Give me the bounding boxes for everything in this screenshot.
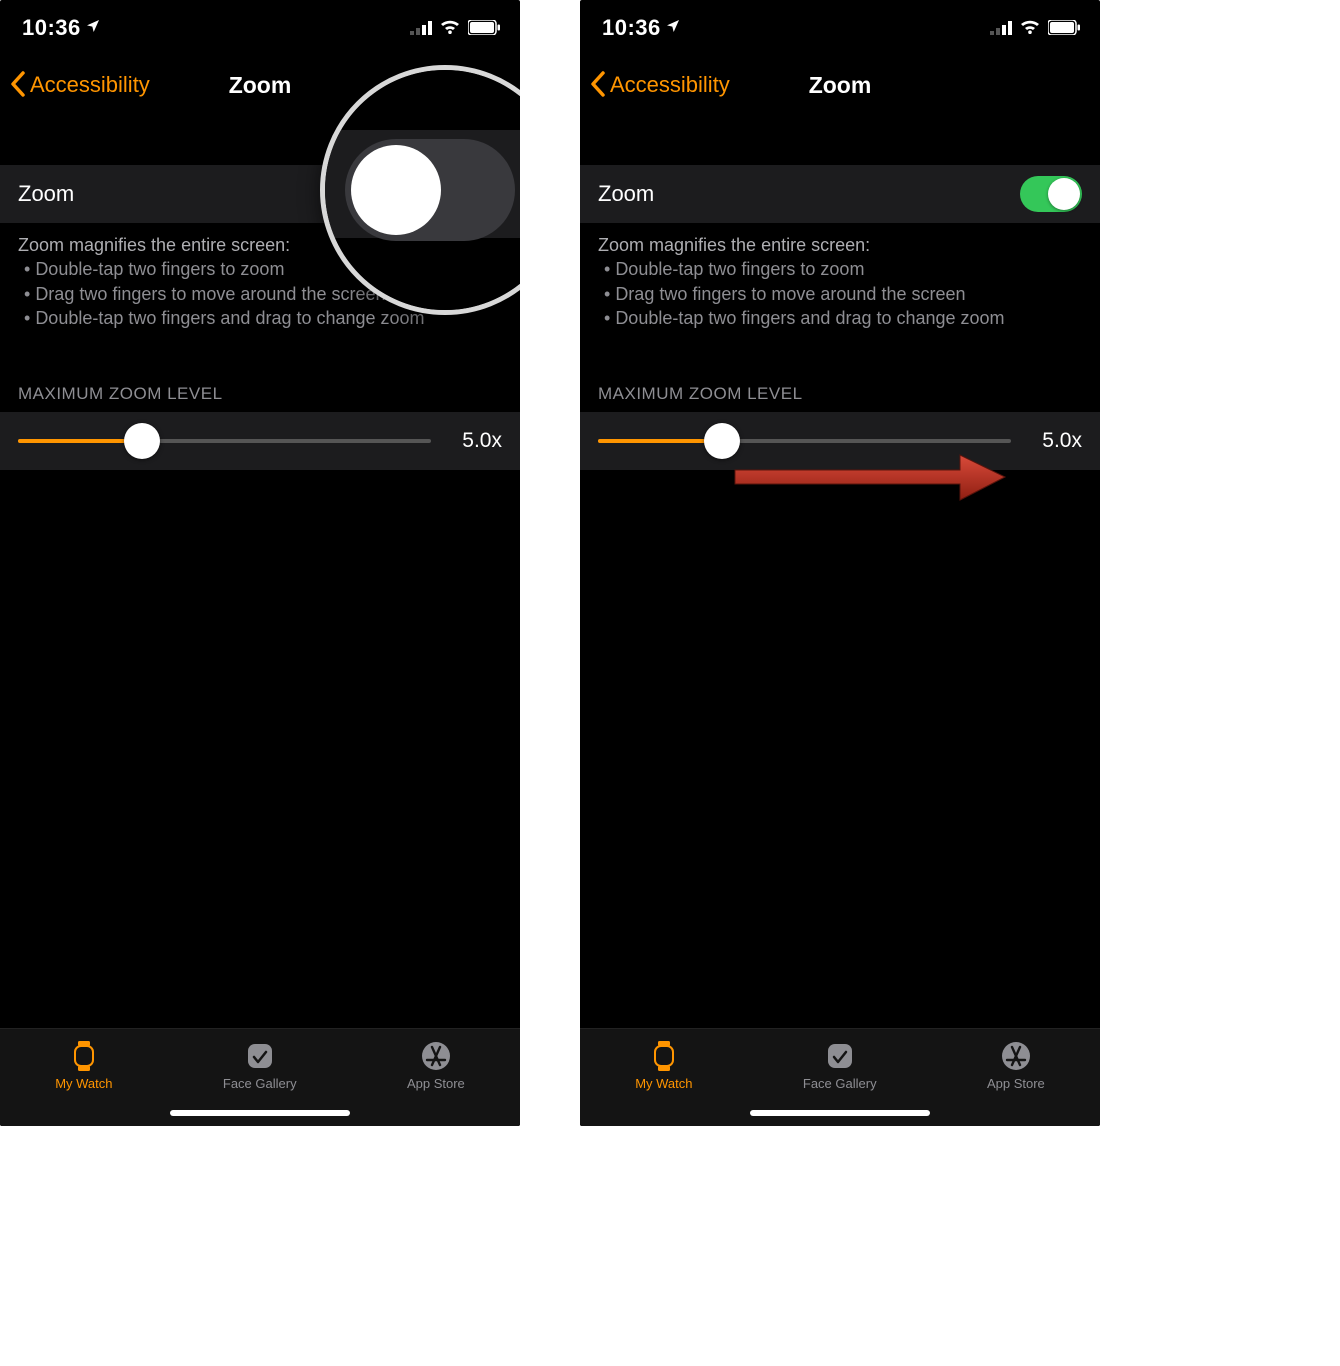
tab-label: My Watch bbox=[635, 1076, 692, 1091]
hint-title: Zoom magnifies the entire screen: bbox=[18, 235, 290, 255]
location-icon bbox=[85, 14, 101, 40]
phone-left-screenshot: 10:36 Accessibility Zoom bbox=[0, 0, 520, 1126]
wifi-icon bbox=[1019, 15, 1041, 41]
tab-face-gallery[interactable]: Face Gallery bbox=[803, 1039, 877, 1091]
nav-bar: Accessibility Zoom bbox=[580, 55, 1100, 115]
chevron-left-icon bbox=[590, 71, 608, 99]
max-zoom-header: MAXIMUM ZOOM LEVEL bbox=[580, 336, 1100, 412]
back-label: Accessibility bbox=[610, 72, 730, 98]
max-zoom-slider-row: 5.0x bbox=[0, 412, 520, 470]
tab-my-watch[interactable]: My Watch bbox=[55, 1039, 112, 1091]
zoom-toggle[interactable] bbox=[1020, 176, 1082, 212]
home-indicator[interactable] bbox=[750, 1110, 930, 1116]
toggle-knob bbox=[1048, 178, 1080, 210]
face-gallery-icon bbox=[823, 1039, 857, 1073]
back-button[interactable]: Accessibility bbox=[590, 71, 730, 99]
nav-title: Zoom bbox=[809, 72, 872, 99]
status-bar: 10:36 bbox=[580, 0, 1100, 55]
face-gallery-icon bbox=[243, 1039, 277, 1073]
magnified-toggle-off bbox=[345, 139, 515, 241]
max-zoom-slider-row: 5.0x bbox=[580, 412, 1100, 470]
max-zoom-slider[interactable] bbox=[598, 439, 1011, 443]
hint-item: Double-tap two fingers to zoom bbox=[604, 257, 1082, 281]
watch-icon bbox=[67, 1039, 101, 1073]
slider-thumb[interactable] bbox=[704, 423, 740, 459]
status-bar: 10:36 bbox=[0, 0, 520, 55]
zoom-hint: Zoom magnifies the entire screen: Double… bbox=[580, 223, 1100, 336]
max-zoom-header: MAXIMUM ZOOM LEVEL bbox=[0, 336, 520, 412]
back-button[interactable]: Accessibility bbox=[10, 71, 150, 99]
app-store-icon bbox=[999, 1039, 1033, 1073]
wifi-icon bbox=[439, 15, 461, 41]
location-icon bbox=[665, 14, 681, 40]
content: Zoom Zoom magnifies the entire screen: D… bbox=[580, 115, 1100, 1028]
nav-title: Zoom bbox=[229, 72, 292, 99]
app-store-icon bbox=[419, 1039, 453, 1073]
slider-thumb[interactable] bbox=[124, 423, 160, 459]
slider-value: 5.0x bbox=[447, 429, 502, 453]
zoom-row-label: Zoom bbox=[18, 181, 74, 207]
tab-label: App Store bbox=[987, 1076, 1045, 1091]
tab-face-gallery[interactable]: Face Gallery bbox=[223, 1039, 297, 1091]
battery-icon bbox=[1048, 15, 1080, 41]
hint-title: Zoom magnifies the entire screen: bbox=[598, 235, 870, 255]
tab-label: Face Gallery bbox=[803, 1076, 877, 1091]
zoom-row-label: Zoom bbox=[598, 181, 654, 207]
slider-value: 5.0x bbox=[1027, 429, 1082, 453]
watch-icon bbox=[647, 1039, 681, 1073]
chevron-left-icon bbox=[10, 71, 28, 99]
back-label: Accessibility bbox=[30, 72, 150, 98]
status-time: 10:36 bbox=[602, 15, 661, 41]
cellular-icon bbox=[410, 15, 432, 41]
tab-label: Face Gallery bbox=[223, 1076, 297, 1091]
tab-label: My Watch bbox=[55, 1076, 112, 1091]
hint-item: Drag two fingers to move around the scre… bbox=[604, 282, 1082, 306]
tab-bar: My Watch Face Gallery App Store bbox=[580, 1028, 1100, 1126]
max-zoom-slider[interactable] bbox=[18, 439, 431, 443]
cellular-icon bbox=[990, 15, 1012, 41]
tab-my-watch[interactable]: My Watch bbox=[635, 1039, 692, 1091]
home-indicator[interactable] bbox=[170, 1110, 350, 1116]
hint-item: Double-tap two fingers and drag to chang… bbox=[604, 306, 1082, 330]
magnified-toggle-knob bbox=[351, 145, 441, 235]
tab-app-store[interactable]: App Store bbox=[407, 1039, 465, 1091]
phone-right-screenshot: 10:36 Accessibility Zoom bbox=[580, 0, 1100, 1126]
status-time: 10:36 bbox=[22, 15, 81, 41]
zoom-toggle-row: Zoom bbox=[580, 165, 1100, 223]
tab-bar: My Watch Face Gallery App Store bbox=[0, 1028, 520, 1126]
tab-label: App Store bbox=[407, 1076, 465, 1091]
battery-icon bbox=[468, 15, 500, 41]
tab-app-store[interactable]: App Store bbox=[987, 1039, 1045, 1091]
